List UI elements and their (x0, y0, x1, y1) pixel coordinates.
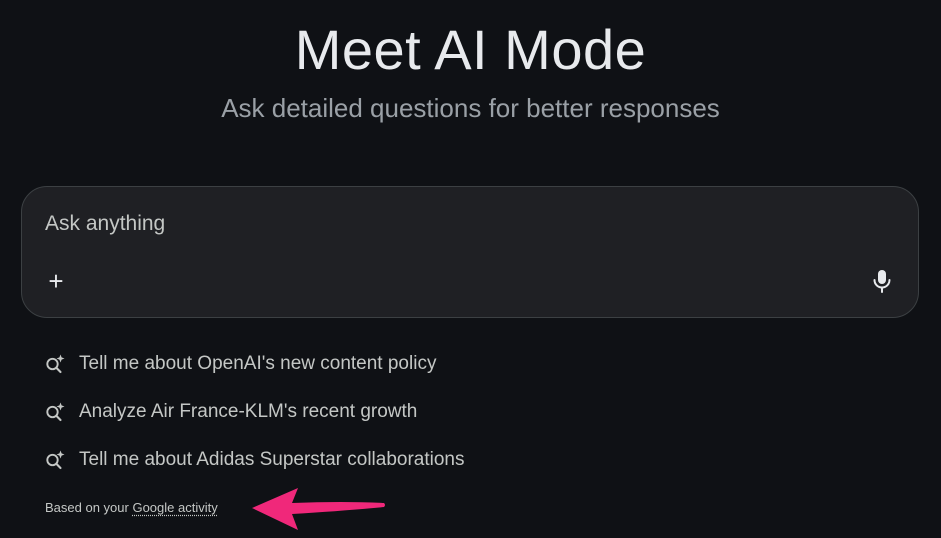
suggestion-label: Analyze Air France-KLM's recent growth (79, 401, 418, 422)
google-activity-link[interactable]: Google activity (132, 500, 217, 515)
add-button[interactable]: + (42, 265, 70, 296)
activity-note-prefix: Based on your (45, 500, 129, 515)
search-sparkle-icon (46, 354, 65, 374)
suggestion-item[interactable]: Analyze Air France-KLM's recent growth (44, 399, 417, 425)
activity-note: Based on your Google activity (45, 500, 218, 515)
pointer-arrow-icon (252, 488, 385, 530)
microphone-icon (873, 270, 891, 293)
page-subtitle: Ask detailed questions for better respon… (221, 93, 720, 123)
page-title: Meet AI Mode (294, 18, 647, 81)
voice-input-button[interactable] (870, 267, 894, 295)
suggestion-item[interactable]: Tell me about OpenAI's new content polic… (44, 351, 436, 377)
plus-icon: + (48, 265, 64, 296)
ask-input[interactable] (45, 208, 805, 240)
search-sparkle-icon (46, 402, 65, 422)
search-sparkle-icon (46, 450, 65, 470)
ask-box: + (21, 186, 919, 318)
suggestion-item[interactable]: Tell me about Adidas Superstar collabora… (44, 447, 465, 473)
suggestion-label: Tell me about Adidas Superstar collabora… (79, 449, 465, 470)
suggestion-label: Tell me about OpenAI's new content polic… (79, 353, 437, 374)
